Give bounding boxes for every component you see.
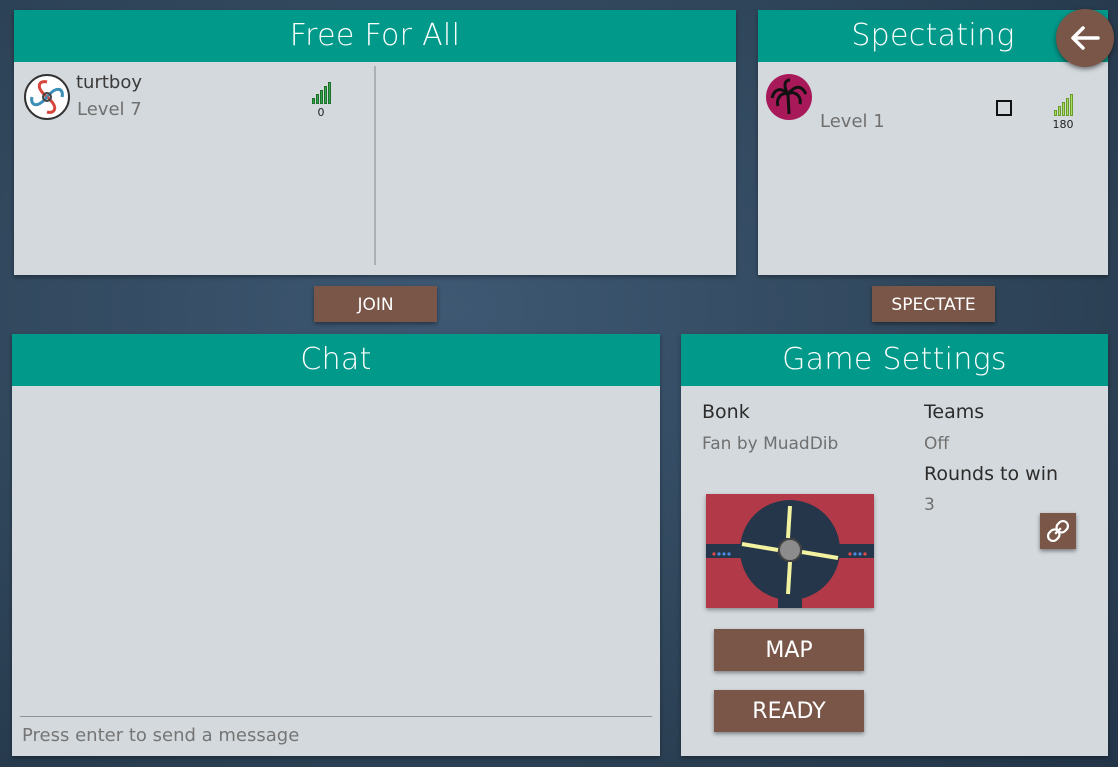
teams-value[interactable]: Off [924, 434, 949, 454]
game-settings-title: Game Settings [681, 334, 1108, 386]
game-mode: Bonk [702, 401, 750, 423]
map-name: Fan by MuadDib [702, 434, 839, 454]
chat-divider [20, 716, 652, 717]
ffa-panel: Free For All turtboy Level 7 0 [14, 10, 736, 275]
chat-messages [12, 386, 660, 716]
map-thumbnail-image [706, 494, 874, 608]
ping-value: 180 [1052, 118, 1074, 131]
ffa-player-turtboy[interactable]: turtboy Level 7 0 [24, 72, 354, 124]
spectator-player[interactable]: Level 1 180 [766, 74, 1096, 132]
copy-link-button[interactable] [1040, 513, 1076, 549]
chat-input[interactable] [22, 720, 650, 750]
avatar [766, 74, 812, 120]
teams-label: Teams [924, 401, 985, 423]
chat-title: Chat [12, 334, 660, 386]
map-preview[interactable] [706, 494, 874, 608]
ffa-title: Free For All [14, 10, 736, 62]
ffa-divider [374, 66, 376, 265]
ping-indicator: 180 [1048, 94, 1078, 131]
player-level: Level 7 [77, 99, 142, 120]
signal-bars-icon [306, 82, 336, 104]
checkbox-icon[interactable] [996, 100, 1012, 116]
arrow-left-icon [1071, 26, 1100, 50]
map-button[interactable]: MAP [714, 629, 864, 671]
signal-bars-icon [1048, 94, 1078, 116]
player-name: turtboy [76, 72, 143, 93]
link-icon [1046, 519, 1070, 543]
back-button[interactable] [1056, 9, 1114, 67]
join-button[interactable]: JOIN [314, 286, 437, 322]
rounds-value[interactable]: 3 [924, 495, 935, 515]
player-level: Level 1 [820, 111, 885, 132]
game-settings-panel: Game Settings Bonk Fan by MuadDib Teams … [681, 334, 1108, 756]
avatar [24, 74, 70, 120]
ping-indicator: 0 [306, 82, 336, 119]
ready-button[interactable]: READY [714, 690, 864, 732]
spectate-button[interactable]: SPECTATE [872, 286, 995, 322]
ping-value: 0 [317, 106, 325, 119]
chat-panel: Chat [12, 334, 660, 756]
rounds-label: Rounds to win [924, 463, 1059, 485]
